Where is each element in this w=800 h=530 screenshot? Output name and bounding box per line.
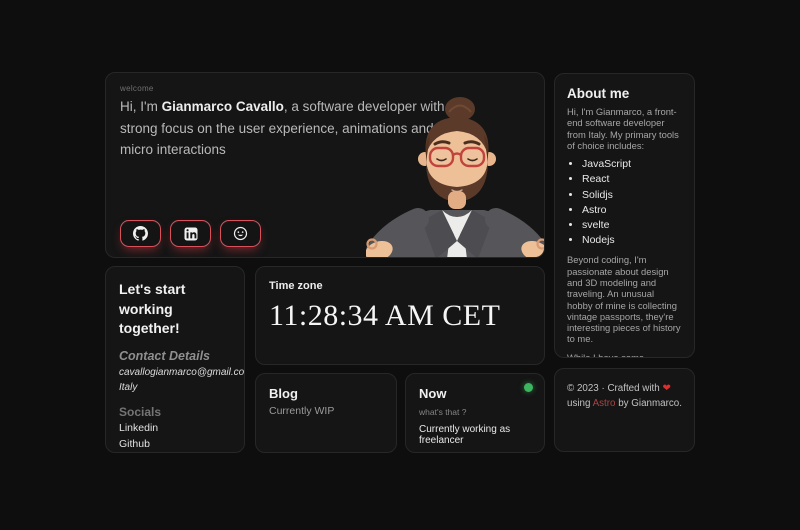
blog-title: Blog — [269, 386, 383, 401]
online-status-dot — [524, 383, 533, 392]
timezone-title: Time zone — [269, 280, 531, 292]
contact-details-heading: Contact Details — [119, 349, 231, 363]
tool-item: Astro — [582, 204, 682, 217]
tool-item: JavaScript — [582, 158, 682, 171]
hero-name: Gianmarco Cavallo — [162, 99, 284, 114]
linkedin-icon — [184, 227, 198, 241]
tool-item: React — [582, 173, 682, 186]
email-link[interactable]: cavallogianmarco@gmail.com — [119, 365, 231, 380]
blog-status: Currently WIP — [269, 405, 383, 417]
location-label: Italy — [119, 380, 231, 395]
copyright-text: © 2023 · Crafted with — [567, 383, 662, 394]
social-link-github[interactable]: Github — [119, 437, 231, 453]
contact-card: Let's start working together! Contact De… — [105, 266, 245, 453]
now-status: Currently working as freelancer — [419, 424, 531, 446]
socials-heading: Socials — [119, 405, 231, 419]
tools-list: JavaScript React Solidjs Astro svelte No… — [567, 158, 682, 247]
about-title: About me — [567, 86, 682, 101]
welcome-eyebrow: welcome — [120, 84, 530, 93]
tool-item: Nodejs — [582, 234, 682, 247]
github-button[interactable] — [120, 220, 161, 247]
linkedin-button[interactable] — [170, 220, 211, 247]
clock-display: 11:28:34 AM CET — [269, 299, 531, 333]
now-title: Now — [419, 386, 531, 401]
heart-icon: ❤ — [662, 383, 670, 394]
timezone-card: Time zone 11:28:34 AM CET — [255, 266, 545, 365]
smiley-icon — [233, 226, 248, 241]
about-card: About me Hi, I'm Gianmarco, a front-end … — [554, 73, 695, 358]
now-card: Now what's that ? Currently working as f… — [405, 373, 545, 453]
about-philosophy: While I have some preferred tools, I alw… — [567, 352, 682, 358]
footer-by-text: by Gianmarco. — [615, 398, 681, 409]
blog-card[interactable]: Blog Currently WIP — [255, 373, 397, 453]
bento-grid: welcome Hi, I'm Gianmarco Cavallo, a sof… — [105, 72, 695, 454]
now-hint-link[interactable]: what's that ? — [419, 407, 531, 417]
footer-using-text: using — [567, 398, 593, 409]
social-link-linkedin[interactable]: Linkedin — [119, 421, 231, 437]
github-icon — [133, 226, 148, 241]
astro-link[interactable]: Astro — [593, 398, 616, 409]
smiley-button[interactable] — [220, 220, 261, 247]
tool-item: svelte — [582, 219, 682, 232]
avatar-memoji — [366, 93, 545, 258]
contact-title: Let's start working together! — [119, 280, 231, 339]
about-intro: Hi, I'm Gianmarco, a front-end software … — [567, 106, 682, 151]
hero-intro-prefix: Hi, I'm — [120, 99, 162, 114]
about-hobby: Beyond coding, I'm passionate about desi… — [567, 254, 682, 344]
hero-card: welcome Hi, I'm Gianmarco Cavallo, a sof… — [105, 72, 545, 258]
hero-social-buttons — [120, 220, 261, 247]
footer-card: © 2023 · Crafted with ❤ using Astro by G… — [554, 368, 695, 452]
tool-item: Solidjs — [582, 189, 682, 202]
social-link-medium[interactable]: Medium — [119, 452, 231, 453]
